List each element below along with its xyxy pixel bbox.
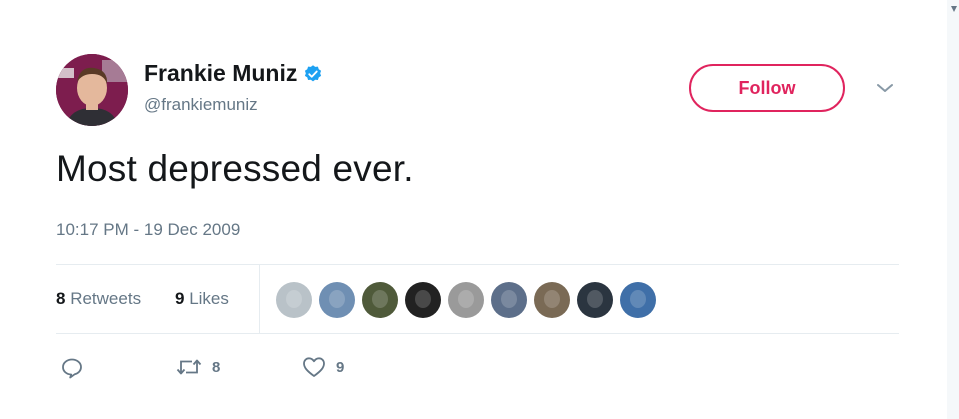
user-handle[interactable]: @frankiemuniz xyxy=(144,95,323,115)
tweet-card: Frankie Muniz @frankiemuniz Follow Most … xyxy=(56,52,899,379)
likes-count: 9 xyxy=(175,289,185,308)
like-count: 9 xyxy=(336,358,345,376)
liker-avatar-4[interactable] xyxy=(405,282,441,318)
liker-avatar-2[interactable] xyxy=(319,282,355,318)
tweet-text: Most depressed ever. xyxy=(56,148,414,189)
scrollbar-edge xyxy=(947,0,959,419)
liker-avatar-3[interactable] xyxy=(362,282,398,318)
retweet-icon xyxy=(176,359,202,375)
liker-avatar-7[interactable] xyxy=(534,282,570,318)
user-names: Frankie Muniz @frankiemuniz xyxy=(144,60,323,115)
name-row: Frankie Muniz xyxy=(144,60,323,87)
like-button[interactable]: 9 xyxy=(302,356,344,378)
reply-button[interactable] xyxy=(60,356,84,380)
liker-avatar-9[interactable] xyxy=(620,282,656,318)
display-name[interactable]: Frankie Muniz xyxy=(144,60,297,87)
tweet-stats: 8 Retweets 9 Likes xyxy=(56,264,899,334)
liker-avatar-6[interactable] xyxy=(491,282,527,318)
liker-avatars xyxy=(276,282,663,318)
liker-avatar-8[interactable] xyxy=(577,282,613,318)
avatar[interactable] xyxy=(56,54,128,126)
liker-avatar-5[interactable] xyxy=(448,282,484,318)
retweets-label: Retweets xyxy=(70,289,142,308)
heart-icon xyxy=(303,357,325,377)
retweet-button[interactable]: 8 xyxy=(176,356,220,378)
scroll-arrow-icon xyxy=(951,6,957,12)
follow-button[interactable]: Follow xyxy=(689,64,845,112)
tweet-actions: 8 9 xyxy=(56,356,456,380)
stats-divider xyxy=(259,265,260,334)
tweet-timestamp[interactable]: 10:17 PM - 19 Dec 2009 xyxy=(56,220,240,240)
likes-stat[interactable]: 9 Likes xyxy=(175,289,229,309)
verified-badge-icon xyxy=(305,64,322,81)
retweets-stat[interactable]: 8 Retweets xyxy=(56,289,141,309)
tweet-header: Frankie Muniz @frankiemuniz Follow xyxy=(56,52,899,128)
chevron-down-icon[interactable] xyxy=(876,82,894,94)
liker-avatar-1[interactable] xyxy=(276,282,312,318)
likes-label: Likes xyxy=(189,289,229,308)
retweet-count: 8 xyxy=(212,358,221,376)
avatar-photo xyxy=(56,54,128,126)
retweets-count: 8 xyxy=(56,289,66,308)
reply-icon xyxy=(62,358,82,379)
